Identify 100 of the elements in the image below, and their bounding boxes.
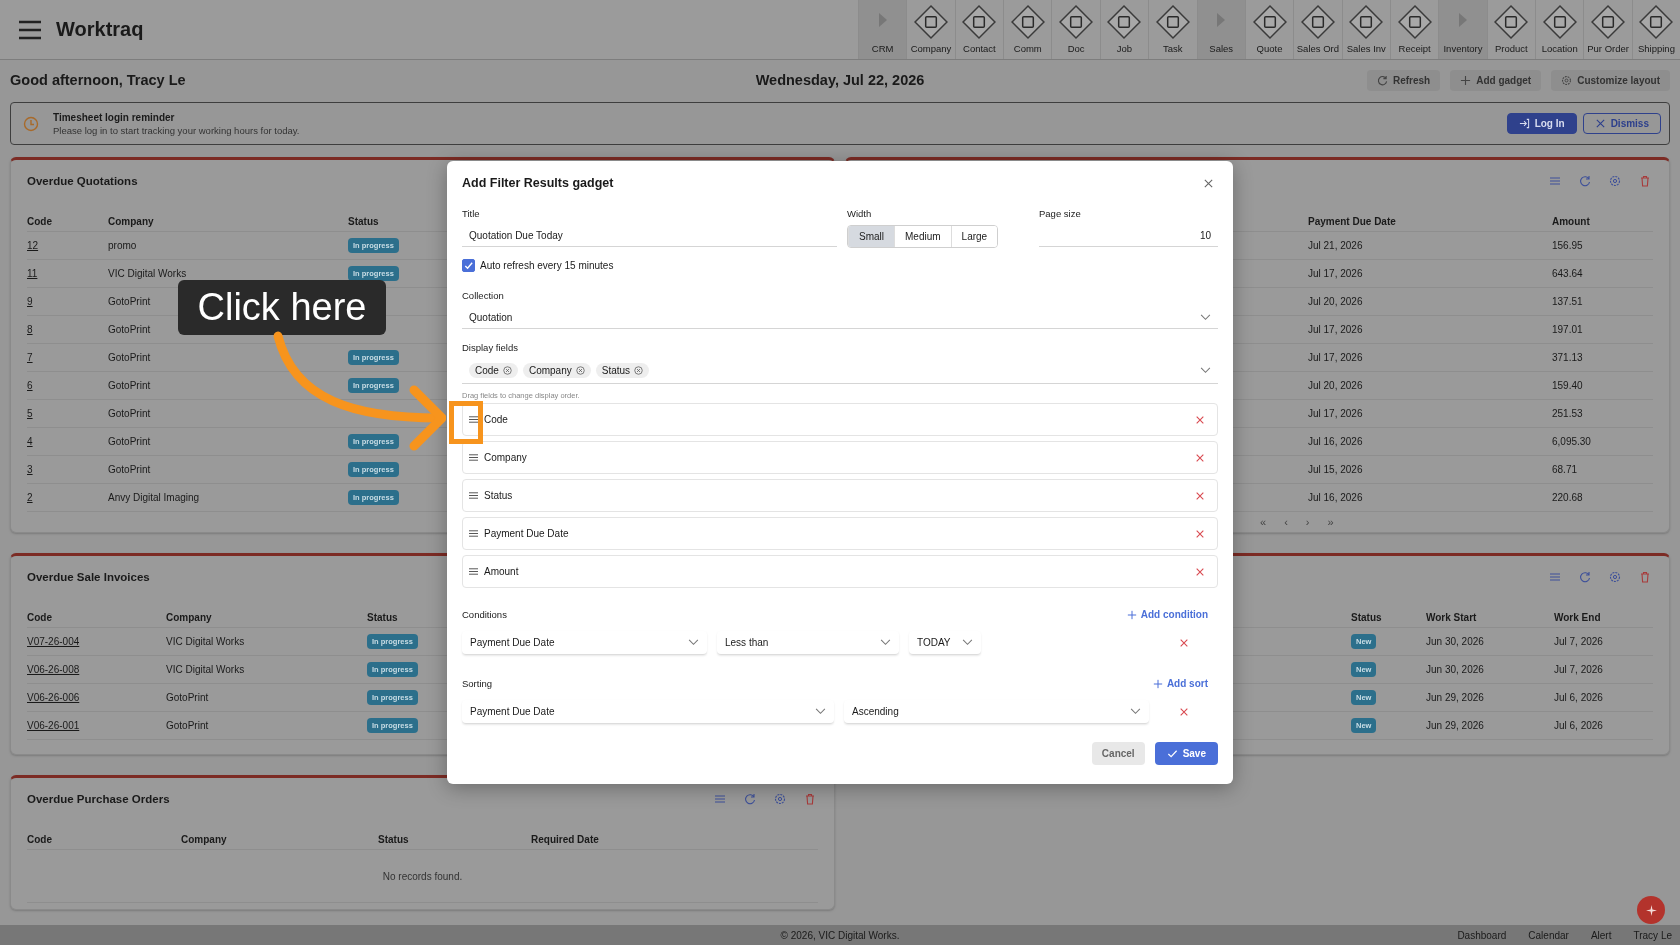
settings-icon[interactable]: [774, 793, 786, 805]
remove-icon[interactable]: [1195, 490, 1205, 501]
diamond-icon: [1349, 5, 1384, 39]
current-date: Wednesday, Jul 22, 2026: [755, 72, 925, 88]
code-link[interactable]: 2: [27, 492, 33, 503]
column-header: Company: [166, 611, 212, 623]
trash-icon[interactable]: [1639, 571, 1651, 583]
diamond-icon: [1494, 5, 1529, 39]
condition-field-select[interactable]: Payment Due Date: [462, 631, 707, 655]
pager-button[interactable]: »: [1325, 516, 1336, 528]
diamond-icon: [1107, 5, 1142, 39]
field-label: Page size: [1039, 208, 1081, 219]
cancel-button[interactable]: Cancel: [1091, 742, 1145, 765]
field-chip[interactable]: Status: [595, 363, 650, 378]
title-field[interactable]: Quotation Due Today: [462, 225, 837, 247]
assistant-button[interactable]: [1637, 896, 1665, 924]
field-chip[interactable]: Company: [522, 363, 591, 378]
toolbar-button[interactable]: Add gadget: [1450, 69, 1542, 91]
settings-icon[interactable]: [1609, 175, 1621, 187]
chevron-icon: [1130, 708, 1141, 715]
nav-tile[interactable]: Pur Order: [1583, 0, 1632, 59]
save-button[interactable]: Save: [1154, 742, 1218, 765]
remove-icon[interactable]: [1179, 707, 1189, 717]
pager-button[interactable]: «: [1258, 516, 1269, 528]
menu-icon[interactable]: [18, 19, 42, 40]
drag-handle-icon[interactable]: [468, 453, 479, 462]
refresh-icon[interactable]: [744, 793, 756, 805]
code-link[interactable]: V07-26-004: [27, 636, 80, 647]
drag-handle-icon[interactable]: [468, 415, 479, 424]
checkbox[interactable]: [462, 259, 475, 272]
drag-handle-icon[interactable]: [468, 491, 479, 500]
nav-tile[interactable]: Company: [906, 0, 955, 59]
toolbar-button[interactable]: Customize layout: [1551, 69, 1670, 91]
callout-label: Click here: [178, 280, 386, 335]
field-chip[interactable]: Code: [469, 363, 518, 378]
remove-icon[interactable]: [1195, 566, 1205, 577]
page-size-field[interactable]: 10: [1039, 225, 1218, 247]
refresh-icon[interactable]: [1579, 175, 1591, 187]
trash-icon[interactable]: [1639, 175, 1651, 187]
field-row[interactable]: Amount: [462, 555, 1218, 588]
column-header: Work Start: [1426, 611, 1477, 623]
footer-link[interactable]: Alert: [1590, 929, 1612, 941]
footer-link[interactable]: Tracy Le: [1633, 929, 1672, 941]
refresh-icon[interactable]: [1579, 571, 1591, 583]
close-icon[interactable]: [1203, 177, 1214, 189]
nav-tile[interactable]: Inventory: [1438, 0, 1487, 59]
code-link[interactable]: 11: [27, 268, 38, 279]
code-link[interactable]: 7: [27, 352, 33, 363]
add-condition-link[interactable]: Add condition: [1126, 609, 1208, 620]
remove-icon[interactable]: [634, 366, 644, 375]
width-option[interactable]: Large: [950, 226, 998, 247]
footer-link[interactable]: Dashboard: [1457, 929, 1507, 941]
nav-tile[interactable]: Sales Ord: [1293, 0, 1342, 59]
code-link[interactable]: 8: [27, 324, 33, 335]
remove-icon[interactable]: [575, 366, 585, 375]
remove-icon[interactable]: [502, 366, 512, 375]
code-link[interactable]: 5: [27, 408, 33, 419]
drag-handle-icon[interactable]: [468, 529, 479, 538]
table-cell: Jul 17, 2026: [1308, 352, 1363, 363]
remove-icon[interactable]: [1195, 452, 1205, 463]
column-header: Status: [1351, 611, 1382, 623]
pager-button[interactable]: ‹: [1282, 516, 1290, 528]
trash-icon[interactable]: [804, 793, 816, 805]
banner-button[interactable]: Dismiss: [1582, 113, 1661, 134]
code-link[interactable]: V06-26-001: [27, 720, 80, 731]
code-link[interactable]: 12: [27, 240, 39, 251]
code-link[interactable]: 9: [27, 296, 33, 307]
direction-select[interactable]: Ascending: [844, 700, 1149, 724]
sort-field-select[interactable]: Payment Due Date: [462, 700, 834, 724]
field-row[interactable]: Code: [462, 403, 1218, 436]
add-sort-link[interactable]: Add sort: [1152, 678, 1208, 689]
remove-icon[interactable]: [1195, 528, 1205, 539]
settings-icon[interactable]: [1609, 571, 1621, 583]
value-select[interactable]: TODAY: [909, 631, 981, 655]
code-link[interactable]: 3: [27, 464, 33, 475]
operator-select[interactable]: Less than: [717, 631, 899, 655]
collection-select[interactable]: Quotation: [462, 307, 1218, 329]
display-fields-select[interactable]: Code Company Status: [462, 358, 1218, 384]
chevron-icon: [962, 639, 973, 646]
checkbox-label: Auto refresh every 15 minutes: [480, 260, 614, 271]
nav-tile[interactable]: Sales: [1196, 0, 1245, 59]
footer-link[interactable]: Calendar: [1528, 929, 1569, 941]
field-row[interactable]: Company: [462, 441, 1218, 474]
remove-icon[interactable]: [1179, 638, 1189, 648]
field-row[interactable]: Payment Due Date: [462, 517, 1218, 550]
remove-icon[interactable]: [1195, 414, 1205, 425]
diamond-icon: [1397, 5, 1432, 39]
field-row[interactable]: Status: [462, 479, 1218, 512]
code-link[interactable]: V06-26-006: [27, 692, 80, 703]
width-option[interactable]: Small: [848, 226, 894, 247]
code-link[interactable]: 4: [27, 436, 33, 447]
pager-button[interactable]: ›: [1303, 516, 1312, 528]
code-link[interactable]: 6: [27, 380, 33, 391]
nav-tile[interactable]: CRM: [858, 0, 907, 59]
panel-title: Overdue Sale Invoices: [27, 571, 150, 583]
table-cell: GotoPrint: [166, 720, 209, 731]
banner-button[interactable]: Log In: [1506, 113, 1577, 134]
toolbar-button[interactable]: Refresh: [1366, 69, 1441, 91]
code-link[interactable]: V06-26-008: [27, 664, 80, 675]
drag-handle-icon[interactable]: [468, 567, 479, 576]
